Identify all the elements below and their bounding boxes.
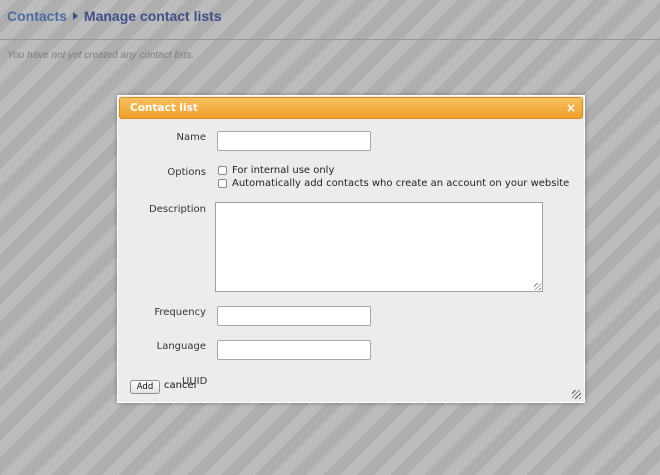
name-input[interactable] [217,131,371,151]
dialog-resize-grip-icon[interactable] [572,390,581,399]
language-input[interactable] [217,340,371,360]
empty-list-message: You have not yet created any contact lis… [7,50,195,61]
dialog-titlebar[interactable]: Contact list × [119,97,583,119]
contact-list-dialog: Contact list × Name Options For internal… [117,95,585,403]
option-auto-add-row[interactable]: Automatically add contacts who create an… [218,178,569,189]
auto-add-checkbox[interactable] [218,179,227,188]
description-label: Description [149,204,206,215]
breadcrumb-arrow-icon [72,12,78,20]
options-label: Options [167,167,206,178]
frequency-input[interactable] [217,306,371,326]
close-icon[interactable]: × [566,101,576,115]
dialog-title: Contact list [130,102,198,114]
uuid-label: UUID [182,376,208,387]
add-button[interactable]: Add [130,380,160,394]
breadcrumb: Contacts Manage contact lists [7,8,222,24]
internal-use-label: For internal use only [232,165,335,176]
name-label: Name [176,132,206,143]
page-title: Manage contact lists [83,8,222,24]
page-header: Contacts Manage contact lists [0,0,660,40]
internal-use-checkbox[interactable] [218,166,227,175]
frequency-label: Frequency [154,307,206,318]
description-textarea[interactable] [215,202,543,292]
breadcrumb-contacts-link[interactable]: Contacts [7,8,67,24]
textarea-resize-grip-icon[interactable] [534,283,541,290]
language-label: Language [156,341,206,352]
auto-add-label: Automatically add contacts who create an… [232,178,570,189]
option-internal-row[interactable]: For internal use only [218,165,334,176]
